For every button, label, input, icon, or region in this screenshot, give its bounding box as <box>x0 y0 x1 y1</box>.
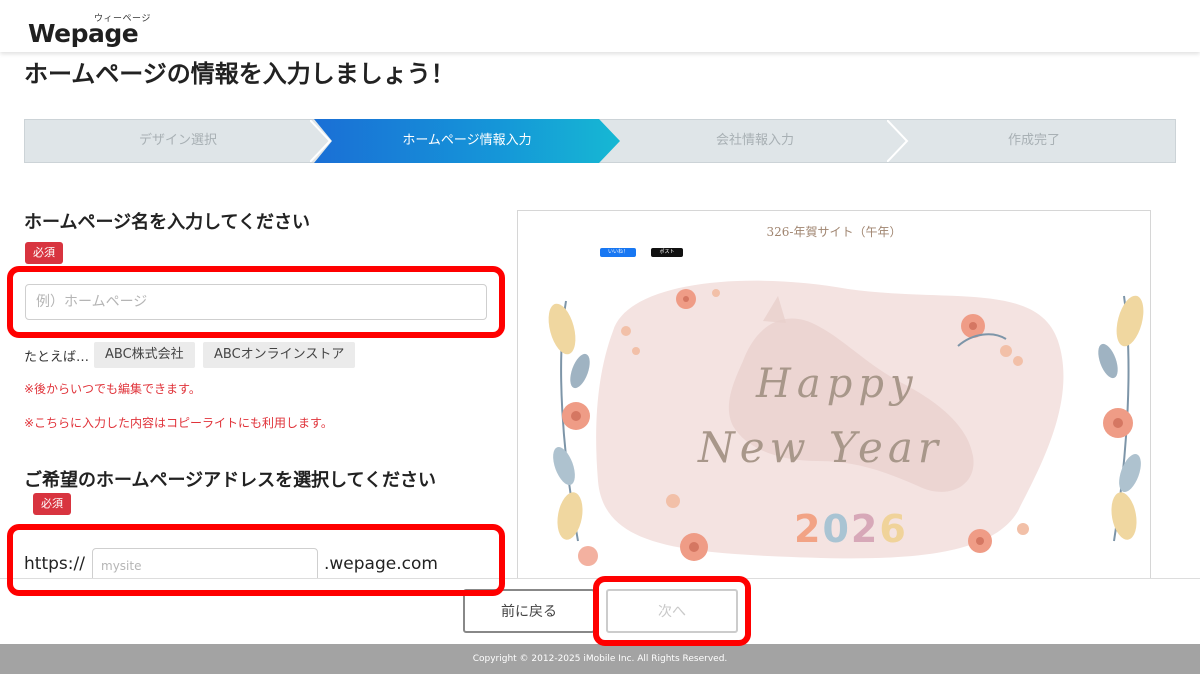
greeting-year: 2026 <box>794 507 908 551</box>
examples-prefix: たとえば… <box>24 350 90 365</box>
greeting-line-1: Happy <box>756 361 919 407</box>
back-button[interactable]: 前に戻る <box>463 589 595 633</box>
page-title: ホームページの情報を入力しましょう！ <box>24 60 455 88</box>
example-chip-abc-store[interactable]: ABCオンラインストア <box>203 342 356 368</box>
step-site-info-active: ホームページ情報入力 <box>314 119 620 163</box>
example-chip-abc-company[interactable]: ABC株式会社 <box>94 342 195 368</box>
year-digit: 0 <box>822 507 851 551</box>
action-bar <box>0 578 1200 644</box>
wepage-logo[interactable]: ウィーページ Wepage <box>28 11 158 48</box>
domain-suffix: .wepage.com <box>324 554 438 574</box>
greeting-line-2: New Year <box>698 423 943 472</box>
site-address-label: ご希望のホームページアドレスを選択してください <box>24 470 437 491</box>
next-button[interactable]: 次へ <box>606 589 738 633</box>
bud-icon <box>1017 523 1029 535</box>
top-header: ウィーページ Wepage <box>0 0 1200 52</box>
url-prefix: https:// <box>24 554 85 574</box>
required-badge: 必須 <box>33 493 71 515</box>
note-editable-later: ※後からいつでも編集できます。 <box>24 382 201 396</box>
flower-center-icon <box>683 296 689 302</box>
required-badge: 必須 <box>25 242 63 264</box>
bud-icon <box>712 289 720 297</box>
logo-text: Wepage <box>28 19 139 48</box>
step-company-info: 会社情報入力 <box>715 133 794 148</box>
site-name-input[interactable] <box>25 284 487 320</box>
site-name-label: ホームページ名を入力してください <box>24 212 311 233</box>
step-indicator: デザイン選択 ホームページ情報入力 会社情報入力 作成完了 <box>24 119 1176 163</box>
footer-copyright: Copyright © 2012-2025 iMobile Inc. All R… <box>0 644 1200 674</box>
year-digits: 2026 <box>794 507 908 551</box>
step-site-info-label: ホームページ情報入力 <box>402 133 532 148</box>
year-digit: 6 <box>879 507 908 551</box>
year-digit: 2 <box>794 507 823 551</box>
step-complete: 作成完了 <box>1007 133 1060 148</box>
step-design-select: デザイン選択 <box>138 133 217 148</box>
flower-center-icon <box>689 542 699 552</box>
year-digit: 2 <box>850 507 880 551</box>
flower-center-icon <box>976 537 984 545</box>
bud-icon <box>666 494 680 508</box>
template-preview: 326-年賀サイト（午年） いいね！ ポスト Happy New Year 20… <box>517 210 1151 590</box>
note-copyright-usage: ※こちらに入力した内容はコピーライトにも利用します。 <box>24 416 333 430</box>
